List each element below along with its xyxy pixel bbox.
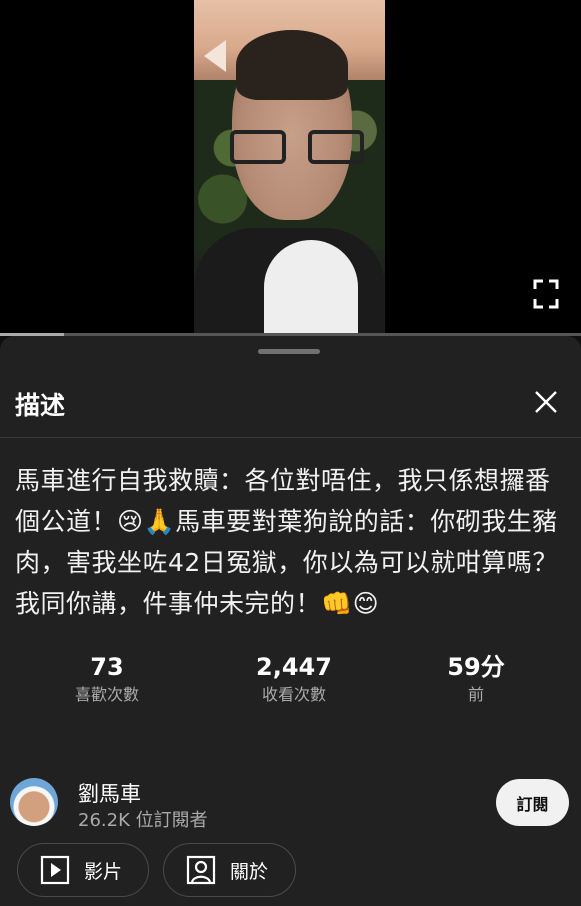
channel-chips: 影片 關於 (0, 843, 581, 899)
video-player[interactable] (0, 0, 581, 336)
channel-row[interactable]: 劉馬車 26.2K 位訂閱者 訂閱 (0, 774, 581, 834)
subscribe-button[interactable]: 訂閱 (496, 779, 569, 826)
upload-time-value: 59分 (447, 653, 505, 681)
likes-stat: 73 喜歡次數 (17, 650, 197, 706)
views-count: 2,447 (256, 653, 332, 681)
subscriber-count: 26.2K 位訂閱者 (78, 810, 208, 831)
play-box-icon (40, 855, 70, 885)
about-chip[interactable]: 關於 (163, 843, 296, 897)
likes-count: 73 (90, 653, 124, 681)
person-box-icon (186, 855, 216, 885)
upload-time-label: 前 (467, 685, 484, 704)
close-button[interactable] (530, 386, 562, 418)
upload-time-stat: 59分 前 (386, 650, 566, 706)
views-label: 收看次數 (261, 685, 326, 704)
close-icon (535, 391, 557, 413)
panel-header: 描述 (0, 372, 581, 438)
fullscreen-button[interactable] (533, 279, 559, 309)
views-stat: 2,447 收看次數 (204, 650, 384, 706)
video-person-shirt (264, 240, 358, 334)
likes-label: 喜歡次數 (74, 685, 139, 704)
videos-chip[interactable]: 影片 (17, 843, 149, 897)
videos-chip-label: 影片 (84, 860, 123, 883)
channel-name[interactable]: 劉馬車 (78, 778, 141, 808)
description-panel: 描述 馬車進行自我救贖：各位對唔住，我只係想攞番個公道！😢🙏馬車要對葉狗說的話：… (0, 336, 581, 906)
drag-handle[interactable] (258, 349, 320, 354)
fullscreen-icon (533, 279, 559, 309)
panel-title: 描述 (15, 391, 66, 420)
stats-row: 73 喜歡次數 2,447 收看次數 59分 前 (0, 650, 581, 720)
channel-avatar[interactable] (10, 778, 58, 826)
video-frame (194, 0, 385, 334)
video-description: 馬車進行自我救贖：各位對唔住，我只係想攞番個公道！😢🙏馬車要對葉狗說的話：你砌我… (15, 466, 558, 618)
video-person-glasses (230, 130, 364, 166)
about-chip-label: 關於 (230, 860, 269, 883)
video-person-hair (236, 30, 348, 100)
